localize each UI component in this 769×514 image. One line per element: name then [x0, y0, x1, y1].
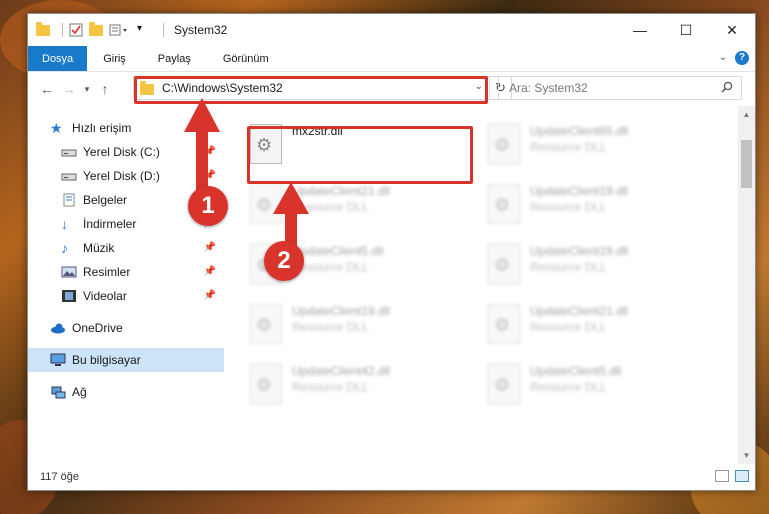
file-type: Resource DLL: [530, 320, 607, 334]
music-icon: ♪: [61, 240, 68, 256]
file-item[interactable]: UpdateClient19.dll Resource DLL: [246, 298, 466, 354]
dropdown-icon[interactable]: ▾: [137, 23, 151, 37]
video-icon: [61, 289, 77, 303]
file-name: UpdateClient19.dll: [530, 184, 629, 198]
pin-icon[interactable]: 📌: [204, 242, 216, 253]
tab-file[interactable]: Dosya: [28, 46, 88, 71]
expand-ribbon-icon[interactable]: ⌄: [719, 52, 727, 63]
download-icon: ↓: [61, 216, 68, 232]
dll-file-icon: [488, 364, 520, 404]
sidebar-item-label: Belgeler: [83, 193, 128, 207]
folder-icon: [36, 22, 50, 37]
file-item[interactable]: UpdateClient65.dll Resource DLL: [484, 118, 704, 174]
dll-file-icon: [488, 244, 520, 284]
search-input[interactable]: Ara: System32: [498, 76, 742, 100]
properties-icon[interactable]: [69, 23, 83, 37]
file-type: Resource DLL: [530, 260, 607, 274]
sidebar-item-label: İndirmeler: [83, 217, 137, 231]
help-icon[interactable]: ?: [735, 51, 749, 65]
dll-file-icon: [488, 304, 520, 344]
file-explorer-window: ▾ System32 — ☐ ✕ Dosya Giriş Paylaş Görü…: [27, 13, 756, 491]
step-badge-1: 1: [188, 186, 228, 226]
view-toggle: [715, 470, 749, 482]
sidebar-item-videos[interactable]: Videolar 📌: [28, 284, 224, 308]
dll-file-icon: [488, 124, 520, 164]
drive-icon: [61, 145, 77, 159]
file-type: Resource DLL: [292, 320, 369, 334]
pictures-icon: [61, 265, 77, 279]
sidebar-item-this-pc[interactable]: Bu bilgisayar: [28, 348, 224, 372]
sidebar-item-label: Videolar: [83, 289, 127, 303]
back-arrow-icon[interactable]: ←: [36, 81, 58, 97]
divider: [163, 23, 164, 37]
sidebar-item-label: OneDrive: [72, 321, 123, 335]
pin-icon[interactable]: 📌: [204, 290, 216, 301]
large-icons-view-icon[interactable]: [735, 470, 749, 482]
file-name: UpdateClient19.dll: [292, 304, 391, 318]
up-arrow-icon[interactable]: ↑: [94, 81, 116, 97]
scroll-down-icon[interactable]: ▼: [738, 451, 755, 460]
vertical-scrollbar[interactable]: ▲ ▼: [738, 106, 755, 464]
forward-arrow-icon[interactable]: →: [58, 81, 80, 97]
file-type: Resource DLL: [530, 200, 607, 214]
file-item[interactable]: UpdateClient19.dll Resource DLL: [484, 238, 704, 294]
file-name: UpdateClient21.dll: [530, 304, 629, 318]
new-folder-icon[interactable]: [89, 22, 103, 37]
file-type: Resource DLL: [292, 380, 369, 394]
file-type: Resource DLL: [530, 140, 607, 154]
ribbon-tabs: Dosya Giriş Paylaş Görünüm ⌄ ?: [28, 46, 755, 72]
scroll-up-icon[interactable]: ▲: [738, 110, 755, 119]
sidebar-item-pictures[interactable]: Resimler 📌: [28, 260, 224, 284]
file-highlight: [247, 126, 473, 184]
star-icon: ★: [50, 120, 63, 136]
sidebar-item-label: Bu bilgisayar: [72, 353, 141, 367]
step-badge-2: 2: [264, 241, 304, 281]
sidebar-item-label: Hızlı erişim: [72, 121, 132, 135]
file-name: UpdateClient65.dll: [530, 124, 629, 138]
file-item[interactable]: UpdateClient42.dll Resource DLL: [246, 358, 466, 414]
tab-view[interactable]: Görünüm: [207, 46, 285, 71]
close-button[interactable]: ✕: [709, 14, 755, 46]
minimize-button[interactable]: —: [617, 14, 663, 46]
status-bar: 117 öğe: [28, 464, 755, 490]
sidebar-item-label: Yerel Disk (D:): [83, 169, 160, 183]
divider: [62, 23, 63, 37]
title-bar: ▾ System32 — ☐ ✕: [28, 14, 755, 46]
file-item[interactable]: UpdateClient5.dll Resource DLL: [484, 358, 704, 414]
search-icon: [721, 81, 733, 93]
pin-icon[interactable]: 📌: [204, 266, 216, 277]
drive-icon: [61, 169, 77, 183]
computer-icon: [50, 353, 66, 367]
search-placeholder: Ara: System32: [509, 81, 588, 95]
dll-file-icon: [250, 364, 282, 404]
recent-locations-chevron-icon[interactable]: ▾: [80, 84, 94, 95]
dll-file-icon: [250, 304, 282, 344]
sidebar-item-label: Yerel Disk (C:): [83, 145, 160, 159]
tab-home[interactable]: Giriş: [87, 46, 142, 71]
network-icon: [50, 385, 66, 399]
sidebar-item-onedrive[interactable]: OneDrive: [28, 316, 224, 340]
file-name: UpdateClient19.dll: [530, 244, 629, 258]
file-name: UpdateClient5.dll: [530, 364, 622, 378]
maximize-button[interactable]: ☐: [663, 14, 709, 46]
file-item[interactable]: UpdateClient21.dll Resource DLL: [484, 298, 704, 354]
sidebar-item-label: Ağ: [72, 385, 87, 399]
sidebar-item-label: Resimler: [83, 265, 131, 279]
file-name: UpdateClient42.dll: [292, 364, 391, 378]
customize-toolbar-icon[interactable]: [109, 23, 131, 37]
sidebar-item-network[interactable]: Ağ: [28, 380, 224, 404]
file-item[interactable]: UpdateClient19.dll Resource DLL: [484, 178, 704, 234]
documents-icon: [61, 193, 77, 207]
cloud-icon: [50, 321, 66, 335]
window-title: System32: [174, 23, 228, 37]
details-view-icon[interactable]: [715, 470, 729, 482]
window-controls: — ☐ ✕: [617, 14, 755, 46]
scroll-thumb[interactable]: [741, 140, 752, 188]
sidebar-item-music[interactable]: ♪ Müzik 📌: [28, 236, 224, 260]
dll-file-icon: [488, 184, 520, 224]
item-count: 117 öğe: [40, 471, 79, 483]
file-type: Resource DLL: [530, 380, 607, 394]
tab-share[interactable]: Paylaş: [142, 46, 207, 71]
sidebar-item-label: Müzik: [83, 241, 115, 255]
